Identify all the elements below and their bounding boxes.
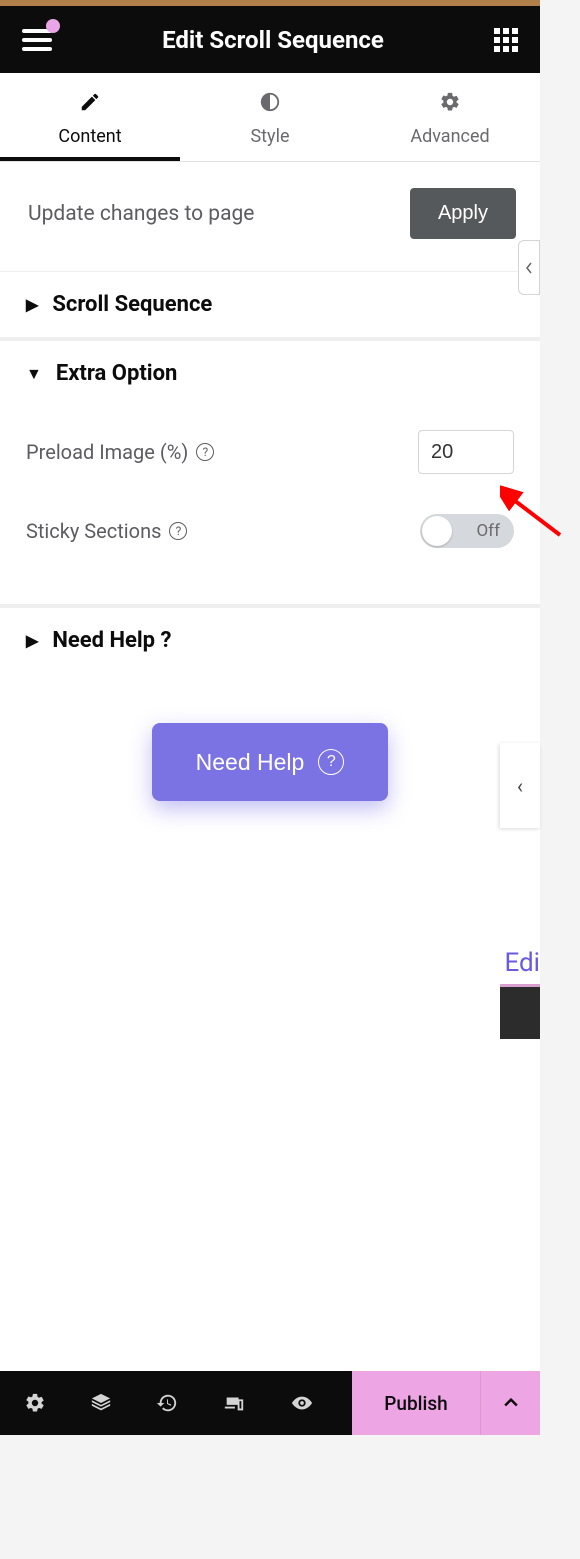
layers-icon[interactable] — [90, 1392, 112, 1414]
help-icon[interactable]: ? — [169, 522, 187, 540]
settings-icon[interactable] — [24, 1392, 46, 1414]
caret-right-icon: ▶ — [26, 631, 38, 650]
section-scroll-sequence[interactable]: ▶ Scroll Sequence — [0, 272, 540, 337]
side-handle[interactable] — [518, 240, 540, 295]
preload-image-input[interactable] — [418, 430, 514, 474]
panel-header: Edit Scroll Sequence — [0, 6, 540, 73]
section-need-help-title: Need Help ? — [52, 628, 171, 653]
tab-style[interactable]: Style — [180, 73, 360, 161]
contrast-icon — [259, 91, 281, 118]
tabs: Content Style Advanced — [0, 73, 540, 162]
responsive-icon[interactable] — [222, 1392, 246, 1414]
footer: Publish — [0, 1371, 540, 1435]
tab-advanced-label: Advanced — [360, 126, 540, 147]
side-dark-block — [500, 984, 540, 1039]
section-extra-option-title: Extra Option — [56, 361, 178, 386]
gear-icon — [439, 91, 461, 118]
publish-options-button[interactable] — [480, 1371, 540, 1435]
section-scroll-sequence-title: Scroll Sequence — [52, 292, 212, 317]
preload-image-row: Preload Image (%) ? — [26, 410, 514, 494]
help-icon[interactable]: ? — [196, 443, 214, 461]
need-help-button-label: Need Help — [196, 749, 305, 776]
tab-advanced[interactable]: Advanced — [360, 73, 540, 161]
apply-row: Update changes to page Apply — [0, 162, 540, 271]
help-icon: ? — [318, 749, 344, 775]
sticky-sections-label: Sticky Sections ? — [26, 519, 187, 543]
section-need-help[interactable]: ▶ Need Help ? — [0, 608, 540, 673]
caret-down-icon: ▼ — [26, 364, 42, 384]
preload-image-label: Preload Image (%) ? — [26, 440, 214, 464]
tab-style-label: Style — [180, 126, 360, 147]
sticky-sections-toggle[interactable]: Off — [420, 514, 514, 548]
tab-content[interactable]: Content — [0, 73, 180, 161]
tab-content-label: Content — [0, 126, 180, 147]
toggle-off-label: Off — [476, 521, 500, 541]
notification-dot — [46, 19, 60, 33]
need-help-button[interactable]: Need Help ? — [152, 723, 388, 801]
panel-title: Edit Scroll Sequence — [52, 26, 494, 54]
publish-button[interactable]: Publish — [352, 1371, 480, 1435]
apply-description: Update changes to page — [28, 202, 254, 226]
history-icon[interactable] — [156, 1392, 178, 1414]
pencil-icon — [79, 91, 101, 118]
preview-icon[interactable] — [290, 1392, 314, 1414]
section-extra-option[interactable]: ▼ Extra Option — [0, 341, 540, 406]
side-collapse-handle[interactable]: ‹ — [500, 743, 540, 828]
apps-grid-icon[interactable] — [494, 28, 518, 52]
menu-icon[interactable] — [22, 25, 52, 55]
sticky-sections-row: Sticky Sections ? Off — [26, 494, 514, 568]
apply-button[interactable]: Apply — [410, 188, 516, 239]
caret-right-icon: ▶ — [26, 295, 38, 314]
side-edit-text: Edi — [504, 948, 540, 978]
